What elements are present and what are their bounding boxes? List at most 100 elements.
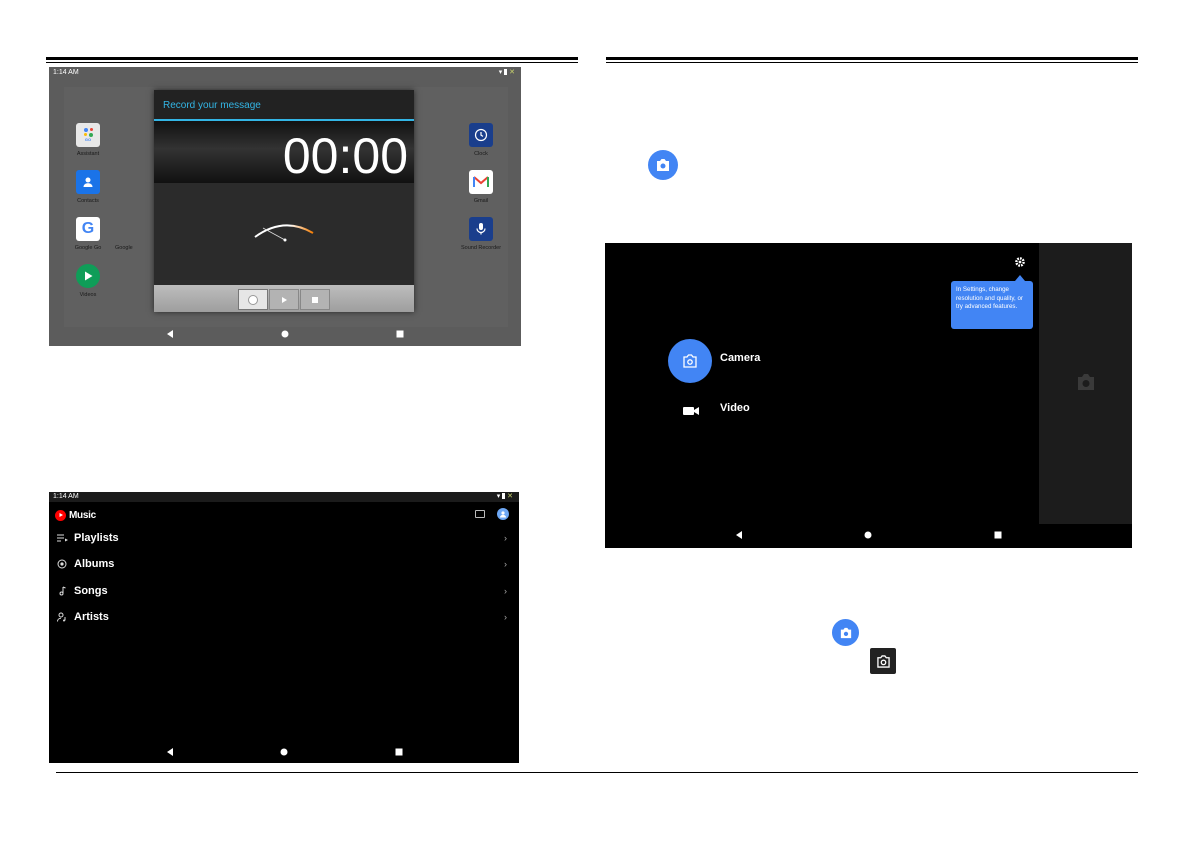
playlist-icon bbox=[55, 534, 69, 542]
app-sound-recorder[interactable]: Sound Recorder bbox=[451, 217, 511, 251]
menu-item-label: Playlists bbox=[74, 532, 119, 544]
microphone-icon bbox=[469, 217, 493, 241]
app-google-partial[interactable]: Google bbox=[115, 245, 155, 251]
app-title: Music bbox=[69, 509, 96, 521]
shutter-icon-inline bbox=[870, 648, 896, 674]
recorder-screenshot: 1:14 AM ▾ ✕ GO Assistant Contacts G Goog… bbox=[49, 67, 521, 346]
header-rule-left-thick bbox=[46, 57, 578, 60]
contacts-icon bbox=[76, 170, 100, 194]
status-icons: ▾ ✕ bbox=[499, 67, 515, 79]
menu-item-label: Songs bbox=[74, 585, 108, 597]
camera-mode-label[interactable]: Camera bbox=[720, 352, 760, 364]
header-rule-left-thin bbox=[46, 62, 578, 63]
app-label: Clock bbox=[474, 151, 488, 157]
header-rule-right-thick bbox=[606, 57, 1138, 60]
chevron-right-icon: › bbox=[504, 559, 507, 569]
navigation-bar bbox=[605, 522, 1132, 548]
app-label: Google Go bbox=[74, 245, 102, 251]
settings-gear-icon[interactable] bbox=[1014, 255, 1026, 267]
battery-icon bbox=[504, 69, 508, 76]
dialog-title: Record your message bbox=[163, 100, 261, 111]
camera-app-icon bbox=[648, 150, 678, 180]
recorder-controls bbox=[154, 285, 414, 312]
header-rule-right-thin bbox=[606, 62, 1138, 63]
record-icon bbox=[248, 294, 258, 305]
stop-icon bbox=[312, 296, 318, 303]
app-contacts[interactable]: Contacts bbox=[58, 170, 118, 204]
play-button[interactable] bbox=[269, 289, 299, 310]
app-label: Videos bbox=[79, 292, 97, 298]
settings-tooltip: In Settings, change resolution and quali… bbox=[951, 281, 1033, 329]
record-button[interactable] bbox=[238, 289, 268, 310]
status-time: 1:14 AM bbox=[53, 493, 79, 500]
status-time: 1:14 AM bbox=[53, 69, 79, 76]
album-icon bbox=[55, 559, 69, 569]
stop-button[interactable] bbox=[300, 289, 330, 310]
wifi-icon: ▾ bbox=[498, 69, 503, 76]
back-icon[interactable] bbox=[167, 330, 173, 338]
menu-item-playlists[interactable]: Playlists › bbox=[55, 528, 513, 548]
back-icon[interactable] bbox=[167, 748, 173, 756]
app-assistant[interactable]: GO Assistant bbox=[58, 123, 118, 157]
video-mode-label[interactable]: Video bbox=[720, 402, 750, 414]
videos-icon bbox=[76, 264, 100, 288]
chevron-right-icon: › bbox=[504, 612, 507, 622]
assistant-badge: GO bbox=[84, 137, 92, 142]
no-sim-icon: ✕ bbox=[509, 69, 515, 76]
battery-icon bbox=[502, 493, 506, 500]
clock-icon bbox=[469, 123, 493, 147]
music-screenshot: 1:14 AM ▾ ✕ Music Playlists › Albums › S bbox=[49, 492, 519, 763]
app-clock[interactable]: Clock bbox=[451, 123, 511, 157]
timer-display: 00:00 bbox=[282, 128, 408, 184]
recents-icon[interactable] bbox=[395, 748, 403, 756]
music-app-bar: Music bbox=[55, 508, 96, 522]
assistant-icon: GO bbox=[76, 123, 100, 147]
recents-icon[interactable] bbox=[396, 330, 404, 338]
status-bar: 1:14 AM ▾ ✕ bbox=[49, 492, 519, 502]
footer-rule bbox=[56, 772, 1138, 773]
status-bar: 1:14 AM ▾ ✕ bbox=[49, 67, 521, 79]
app-label: Contacts bbox=[77, 198, 99, 204]
menu-item-label: Artists bbox=[74, 611, 109, 623]
play-icon bbox=[282, 296, 287, 303]
navigation-bar bbox=[49, 322, 521, 346]
app-gmail[interactable]: Gmail bbox=[451, 170, 511, 204]
google-go-icon: G bbox=[76, 217, 100, 241]
app-label: Gmail bbox=[473, 198, 489, 204]
cast-icon[interactable] bbox=[475, 510, 485, 518]
artist-icon bbox=[55, 612, 69, 622]
camera-screenshot: In Settings, change resolution and quali… bbox=[605, 243, 1132, 548]
navigation-bar bbox=[49, 741, 519, 763]
person-icon bbox=[500, 511, 506, 518]
menu-item-albums[interactable]: Albums › bbox=[55, 554, 513, 574]
wifi-icon: ▾ bbox=[496, 493, 501, 500]
app-label: Google bbox=[115, 245, 133, 251]
music-note-icon bbox=[55, 586, 69, 596]
videocam-icon[interactable] bbox=[683, 403, 699, 421]
camera-preview-panel bbox=[1039, 243, 1132, 524]
app-label: Assistant bbox=[76, 151, 100, 157]
status-icons: ▾ ✕ bbox=[497, 492, 513, 502]
camera-placeholder-icon bbox=[1078, 374, 1094, 390]
menu-item-songs[interactable]: Songs › bbox=[55, 581, 513, 601]
chevron-right-icon: › bbox=[504, 533, 507, 543]
account-avatar[interactable] bbox=[497, 508, 509, 520]
camera-icon bbox=[683, 354, 697, 368]
chevron-right-icon: › bbox=[504, 586, 507, 596]
home-icon[interactable] bbox=[280, 748, 288, 756]
home-icon[interactable] bbox=[281, 330, 289, 338]
app-google-go[interactable]: G Google Go bbox=[58, 217, 118, 251]
back-icon[interactable] bbox=[736, 531, 742, 539]
camera-app-icon-inline bbox=[832, 619, 859, 646]
app-videos[interactable]: Videos bbox=[58, 264, 118, 298]
home-icon[interactable] bbox=[864, 531, 872, 539]
recents-icon[interactable] bbox=[994, 531, 1002, 539]
menu-item-artists[interactable]: Artists › bbox=[55, 607, 513, 627]
vu-meter bbox=[254, 224, 314, 242]
no-sim-icon: ✕ bbox=[507, 493, 513, 500]
menu-item-label: Albums bbox=[74, 558, 115, 570]
youtube-music-logo-icon bbox=[55, 509, 66, 521]
camera-mode-button[interactable] bbox=[668, 339, 712, 383]
record-dialog: Record your message 00:00 bbox=[154, 90, 414, 312]
gmail-icon bbox=[469, 170, 493, 194]
